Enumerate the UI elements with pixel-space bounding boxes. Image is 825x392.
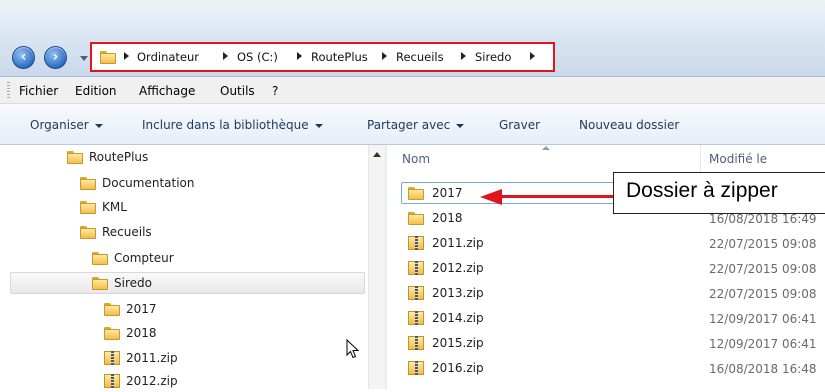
breadcrumb-separator-icon[interactable] <box>223 52 228 60</box>
tree-item-label: Documentation <box>102 176 195 190</box>
breadcrumb-separator-icon[interactable] <box>461 52 466 60</box>
tree-item-label: 2012.zip <box>126 374 178 388</box>
menu-outils[interactable]: Outils <box>220 84 255 98</box>
graver-button[interactable]: Graver <box>499 118 540 132</box>
chevron-down-icon <box>314 123 323 128</box>
sort-ascending-icon <box>542 146 550 150</box>
annotation-arrow <box>500 195 613 198</box>
file-date: 12/09/2017 06:41 <box>709 312 817 326</box>
zip-file-icon <box>408 361 424 375</box>
arrow-left-icon <box>480 189 502 205</box>
tree-item-label: RoutePlus <box>89 150 149 164</box>
menu-help[interactable]: ? <box>272 84 278 98</box>
annotation-text: Dossier à zipper <box>626 179 778 202</box>
breadcrumb-siredo[interactable]: Siredo <box>475 50 511 64</box>
forward-arrow-icon[interactable]: › <box>44 46 67 69</box>
window-title-area <box>0 0 825 36</box>
organiser-label: Organiser <box>30 118 89 132</box>
tree-item-documentation[interactable]: Documentation <box>80 172 195 194</box>
tree-item-2018[interactable]: 2018 <box>104 322 157 344</box>
menu-edition[interactable]: Edition <box>75 84 117 98</box>
tree-selection-highlight <box>10 272 365 294</box>
tree-item-compteur[interactable]: Compteur <box>92 247 174 269</box>
zip-file-icon <box>408 311 424 325</box>
file-name: 2012.zip <box>432 261 484 275</box>
column-header-modified[interactable]: Modifié le <box>709 152 767 166</box>
zip-file-icon <box>408 336 424 350</box>
file-name: 2018 <box>432 211 463 225</box>
tree-item-siredo[interactable]: Siredo <box>92 272 152 294</box>
file-name: 2013.zip <box>432 286 484 300</box>
file-date: 22/07/2015 09:08 <box>709 262 817 276</box>
recent-pages-dropdown-icon[interactable] <box>80 56 88 61</box>
folder-icon <box>80 200 96 214</box>
folder-icon <box>80 176 96 190</box>
tree-item-label: 2011.zip <box>126 351 178 365</box>
folder-icon <box>408 186 424 200</box>
chevron-down-icon <box>94 123 103 128</box>
mouse-pointer-icon <box>346 339 359 359</box>
tree-item-kml[interactable]: KML <box>80 196 127 218</box>
menu-bar <box>0 77 825 104</box>
file-date: 22/07/2015 09:08 <box>709 287 817 301</box>
zip-file-icon <box>408 286 424 300</box>
breadcrumb-routeplus[interactable]: RoutePlus <box>311 50 368 64</box>
tree-item-2011-zip[interactable]: 2011.zip <box>104 347 178 369</box>
folder-icon <box>104 326 120 340</box>
breadcrumb-separator-icon[interactable] <box>124 52 129 60</box>
zip-file-icon <box>408 236 424 250</box>
menu-grip <box>7 82 10 98</box>
file-name: 2017 <box>432 186 463 200</box>
breadcrumb-ordinateur[interactable]: Ordinateur <box>137 50 199 64</box>
breadcrumb-separator-icon[interactable] <box>382 52 387 60</box>
tree-item-label: Compteur <box>114 251 174 265</box>
menu-fichier[interactable]: Fichier <box>19 84 58 98</box>
file-date: 16/08/2018 16:49 <box>709 212 817 226</box>
organiser-button[interactable]: Organiser <box>30 118 103 132</box>
file-date: 22/07/2015 09:08 <box>709 237 817 251</box>
tree-item-label: Recueils <box>102 225 152 239</box>
tree-item-label: KML <box>102 200 127 214</box>
folder-icon <box>104 302 120 316</box>
breadcrumb-separator-icon[interactable] <box>530 52 535 60</box>
file-name: 2016.zip <box>432 361 484 375</box>
zip-file-icon <box>408 261 424 275</box>
folder-icon <box>92 276 108 290</box>
menu-affichage[interactable]: Affichage <box>139 84 195 98</box>
inclure-label: Inclure dans la bibliothèque <box>142 118 309 132</box>
back-arrow-icon[interactable]: ‹ <box>12 46 35 69</box>
nouveau-dossier-button[interactable]: Nouveau dossier <box>579 118 679 132</box>
folder-icon <box>408 211 424 225</box>
tree-item-routeplus[interactable]: RoutePlus <box>67 146 148 168</box>
file-date: 16/08/2018 16:48 <box>709 362 817 376</box>
inclure-bibliotheque-button[interactable]: Inclure dans la bibliothèque <box>142 118 323 132</box>
zip-file-icon <box>104 351 120 365</box>
tree-item-2017[interactable]: 2017 <box>104 298 157 320</box>
scroll-up-arrow-icon[interactable] <box>373 152 381 157</box>
file-name: 2015.zip <box>432 336 484 350</box>
tree-item-label: Siredo <box>114 276 152 290</box>
zip-file-icon <box>104 374 120 388</box>
chevron-down-icon <box>456 123 465 128</box>
tree-item-label: 2018 <box>126 326 157 340</box>
file-name: 2014.zip <box>432 311 484 325</box>
tree-item-recueils[interactable]: Recueils <box>80 221 152 243</box>
column-header-name[interactable]: Nom <box>402 152 430 166</box>
pane-splitter[interactable] <box>385 145 387 389</box>
breadcrumb-os-c[interactable]: OS (C:) <box>237 50 278 64</box>
navigation-pane-scrollbar[interactable] <box>368 145 386 389</box>
file-name: 2011.zip <box>432 236 484 250</box>
breadcrumb-recueils[interactable]: Recueils <box>396 50 444 64</box>
breadcrumb-separator-icon[interactable] <box>297 52 302 60</box>
folder-icon <box>92 251 108 265</box>
column-separator[interactable] <box>700 145 701 175</box>
folder-icon <box>80 225 96 239</box>
file-date: 12/09/2017 06:41 <box>709 337 817 351</box>
tree-item-label: 2017 <box>126 302 157 316</box>
folder-icon <box>67 150 83 164</box>
address-bar[interactable]: Ordinateur OS (C:) RoutePlus Recueils Si… <box>90 42 555 72</box>
partager-avec-button[interactable]: Partager avec <box>367 118 465 132</box>
partager-label: Partager avec <box>367 118 451 132</box>
